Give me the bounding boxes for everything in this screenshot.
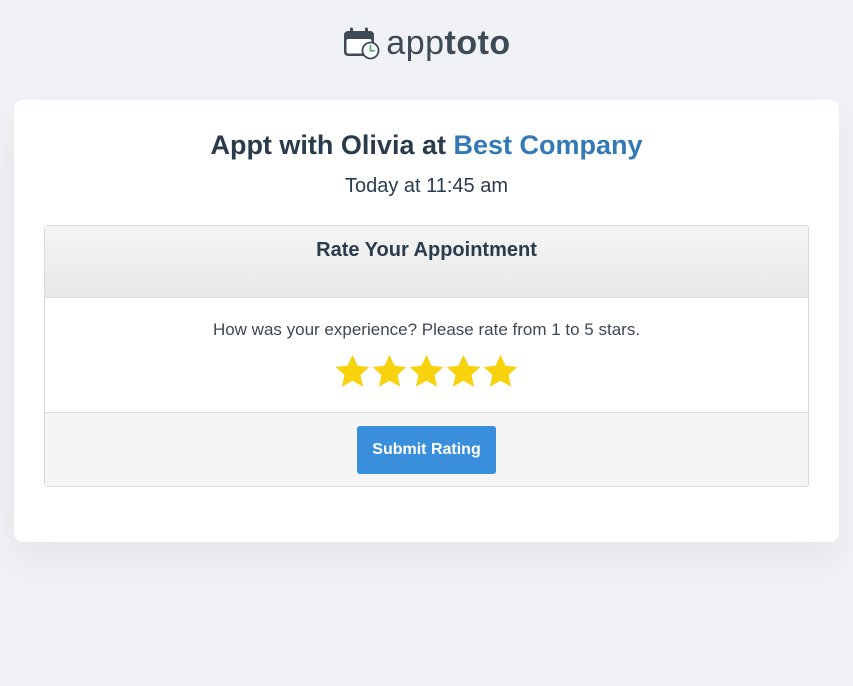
logo-wordmark: apptoto	[386, 26, 510, 60]
submit-rating-button[interactable]: Submit Rating	[357, 425, 496, 474]
star-icon-2[interactable]	[371, 353, 408, 390]
appointment-card: Appt with Olivia at Best Company Today a…	[14, 100, 839, 542]
calendar-clock-icon	[344, 27, 380, 60]
star-rating	[45, 353, 808, 390]
rating-panel-body: How was your experience? Please rate fro…	[45, 298, 808, 413]
star-icon-3[interactable]	[408, 353, 445, 390]
appointment-time: Today at 11:45 am	[344, 175, 509, 197]
rating-prompt: How was your experience? Please rate fro…	[212, 320, 641, 339]
logo-text-bold: toto	[444, 24, 511, 62]
star-icon-1[interactable]	[334, 353, 371, 390]
appointment-title: Appt with Olivia at Best Company	[14, 100, 839, 163]
company-name: Best Company	[453, 130, 643, 160]
rating-panel-footer: Submit Rating	[45, 413, 808, 486]
logo-text-light: app	[386, 24, 445, 62]
apptoto-logo[interactable]: apptoto	[342, 26, 510, 60]
rating-panel-header: Rate Your Appointment	[45, 226, 808, 298]
header: apptoto	[0, 0, 853, 86]
star-icon-4[interactable]	[445, 353, 482, 390]
rating-heading: Rate Your Appointment	[316, 239, 537, 261]
rating-panel: Rate Your Appointment How was your exper…	[44, 225, 809, 487]
star-icon-5[interactable]	[482, 353, 519, 390]
title-prefix: Appt with Olivia at	[210, 130, 446, 160]
